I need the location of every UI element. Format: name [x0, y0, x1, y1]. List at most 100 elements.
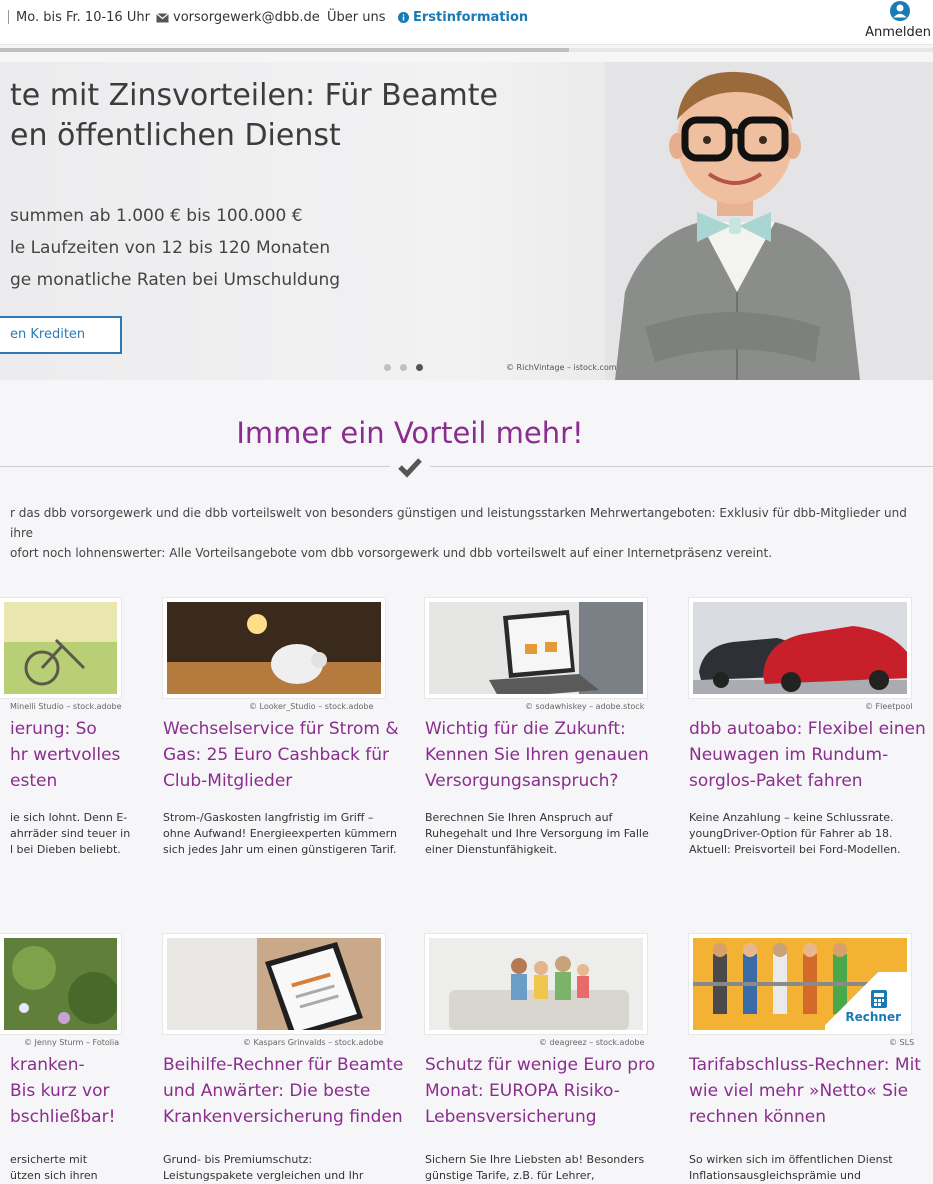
card-title-line: rechnen können	[689, 1107, 827, 1127]
card-title-line: Wechselservice für Strom &	[163, 719, 399, 739]
card-title-line: wie viel mehr »Netto« Sie	[689, 1081, 909, 1101]
hero-cta-button[interactable]: en Krediten	[0, 316, 122, 354]
card-desc-line: Berechnen Sie Ihren Anspruch auf	[425, 811, 613, 824]
card-desc-line: Grund- bis Premiumschutz:	[163, 1153, 313, 1166]
card-image-credit: © Fleetpool	[865, 702, 913, 711]
card-desc-line: ützen sich ihren	[10, 1169, 98, 1182]
info-link[interactable]: Erstinformation	[398, 10, 528, 25]
card-image	[163, 934, 385, 1034]
card-desc-line: Sichern Sie Ihre Liebsten ab! Besonders	[425, 1153, 645, 1166]
card-desc-line: Inflationsausgleichsprämie und	[689, 1169, 861, 1182]
calculator-badge: Rechner	[825, 972, 907, 1030]
card-title[interactable]: Wechselservice für Strom & Gas: 25 Euro …	[163, 716, 399, 794]
intro-text: r das dbb vorsorgewerk und die dbb vorte…	[10, 503, 925, 563]
about-link[interactable]: Über uns	[327, 10, 386, 25]
slider-dot[interactable]	[384, 364, 391, 371]
card-desc-line: ie sich lohnt. Denn E-	[10, 811, 128, 824]
card-title-line: hr wertvolles	[10, 745, 121, 765]
card-image	[0, 598, 121, 698]
intro-line-1: r das dbb vorsorgewerk und die dbb vorte…	[10, 506, 907, 540]
card-image	[425, 934, 647, 1034]
card-desc-line: ohne Aufwand! Energieexperten kümmern	[163, 827, 397, 840]
card-desc-line: Keine Anzahlung – keine Schlussrate.	[689, 811, 894, 824]
card-title[interactable]: kranken- Bis kurz vor bschließbar!	[10, 1052, 115, 1130]
bicycle-image	[4, 602, 117, 694]
email-link[interactable]: vorsorgewerk@dbb.de	[156, 10, 320, 25]
card-title[interactable]: Wichtig für die Zukunft: Kennen Sie Ihre…	[425, 716, 649, 794]
slider-dot[interactable]	[400, 364, 407, 371]
card-desc-line: Leistungspakete vergleichen und Ihr	[163, 1169, 364, 1182]
laptop-image	[429, 602, 643, 694]
card-desc-line: Strom-/Gaskosten langfristig im Griff –	[163, 811, 374, 824]
card-image: Rechner	[689, 934, 911, 1034]
card-image-credit: © sodawhiskey – adobe.stock	[525, 702, 645, 711]
hero-image	[605, 62, 933, 380]
checkmark-icon	[398, 458, 422, 478]
card-image-credit: © SLS	[889, 1038, 915, 1047]
card-title[interactable]: ierung: So hr wertvolles esten	[10, 716, 120, 794]
card-desc-line: ersicherte mit	[10, 1153, 88, 1166]
card-title[interactable]: Tarifabschluss-Rechner: Mit wie viel meh…	[689, 1052, 921, 1130]
card-title[interactable]: Schutz für wenige Euro pro Monat: EUROPA…	[425, 1052, 655, 1130]
calculator-badge-label: Rechner	[845, 1010, 901, 1024]
email-text: vorsorgewerk@dbb.de	[173, 10, 320, 25]
section-heading: Immer ein Vorteil mehr!	[236, 416, 584, 450]
card-desc-line: günstige Tarife, z.B. für Lehrer,	[425, 1169, 595, 1182]
card-image	[163, 598, 385, 698]
card-title-line: Tarifabschluss-Rechner: Mit	[689, 1055, 921, 1075]
divider	[430, 466, 933, 467]
card-title-line: Versorgungsanspruch?	[425, 771, 619, 791]
card-title-line: Beihilfe-Rechner für Beamte	[163, 1055, 404, 1075]
card-desc-line: ahrräder sind teuer in	[10, 827, 131, 840]
card-title-line: Monat: EUROPA Risiko-	[425, 1081, 620, 1101]
login-button[interactable]: Anmelden	[865, 0, 933, 44]
hero-bullet: le Laufzeiten von 12 bis 120 Monaten	[10, 238, 331, 258]
info-icon	[398, 12, 409, 23]
card-title-line: Neuwagen im Rundum-	[689, 745, 889, 765]
card-title-line: Bis kurz vor	[10, 1081, 110, 1101]
user-icon	[889, 0, 911, 22]
card-title-line: Kennen Sie Ihren genauen	[425, 745, 649, 765]
card-description: Berechnen Sie Ihren Anspruch auf Ruhegeh…	[425, 810, 649, 858]
card-image-credit: © Looker_Studio – stock.adobe	[249, 702, 374, 711]
card-title-line: Schutz für wenige Euro pro	[425, 1055, 656, 1075]
slider-dot-active[interactable]	[416, 364, 423, 371]
card-image-credit: © Kaspars Grinvalds – stock.adobe	[243, 1038, 384, 1047]
info-text: Erstinformation	[413, 10, 529, 25]
card-title-line: Lebensversicherung	[425, 1107, 597, 1127]
hero-image-credit: © RichVintage – istock.com	[506, 363, 617, 372]
tablet-image	[167, 938, 381, 1030]
intro-line-2: ofort noch lohnenswerter: Alle Vorteilsa…	[10, 546, 773, 560]
slider-dots	[384, 356, 432, 375]
card-title-line: bschließbar!	[10, 1107, 116, 1127]
card-title-line: kranken-	[10, 1055, 85, 1075]
card-title-line: sorglos-Paket fahren	[689, 771, 863, 791]
card-title-line: Wichtig für die Zukunft:	[425, 719, 626, 739]
hero-title-line-2: en öffentlichen Dienst	[10, 118, 341, 153]
card-image	[0, 934, 121, 1034]
card-description: So wirken sich im öffentlichen Dienst In…	[689, 1152, 893, 1184]
hero-title: te mit Zinsvorteilen: Für Beamte en öffe…	[10, 76, 570, 156]
card-description: Keine Anzahlung – keine Schlussrate. you…	[689, 810, 901, 858]
card-image-credit: Minelli Studio – stock.adobe	[10, 702, 122, 711]
card-title[interactable]: Beihilfe-Rechner für Beamte und Anwärter…	[163, 1052, 403, 1130]
card-desc-line: l bei Dieben beliebt.	[10, 843, 121, 856]
slider-progress	[0, 48, 933, 52]
divider	[0, 466, 390, 467]
card-title[interactable]: dbb autoabo: Flexibel einen Neuwagen im …	[689, 716, 926, 794]
card-desc-line: sich jedes Jahr um einen günstigeren Tar…	[163, 843, 397, 856]
top-bar: Mo. bis Fr. 10-16 Uhr vorsorgewerk@dbb.d…	[0, 0, 933, 45]
family-image	[429, 938, 643, 1030]
card-description: Sichern Sie Ihre Liebsten ab! Besonders …	[425, 1152, 644, 1184]
card-title-line: ierung: So	[10, 719, 97, 739]
card-desc-line: So wirken sich im öffentlichen Dienst	[689, 1153, 893, 1166]
card-desc-line: Ruhegehalt und Ihre Versorgung im Falle	[425, 827, 649, 840]
divider	[8, 10, 9, 24]
garden-image	[4, 938, 117, 1030]
card-image-credit: © Jenny Sturm – Fotolia	[24, 1038, 120, 1047]
cars-image	[693, 602, 907, 694]
card-title-line: dbb autoabo: Flexibel einen	[689, 719, 926, 739]
card-image	[425, 598, 647, 698]
opening-hours: Mo. bis Fr. 10-16 Uhr	[16, 10, 150, 25]
card-description: ie sich lohnt. Denn E- ahrräder sind teu…	[10, 810, 130, 858]
